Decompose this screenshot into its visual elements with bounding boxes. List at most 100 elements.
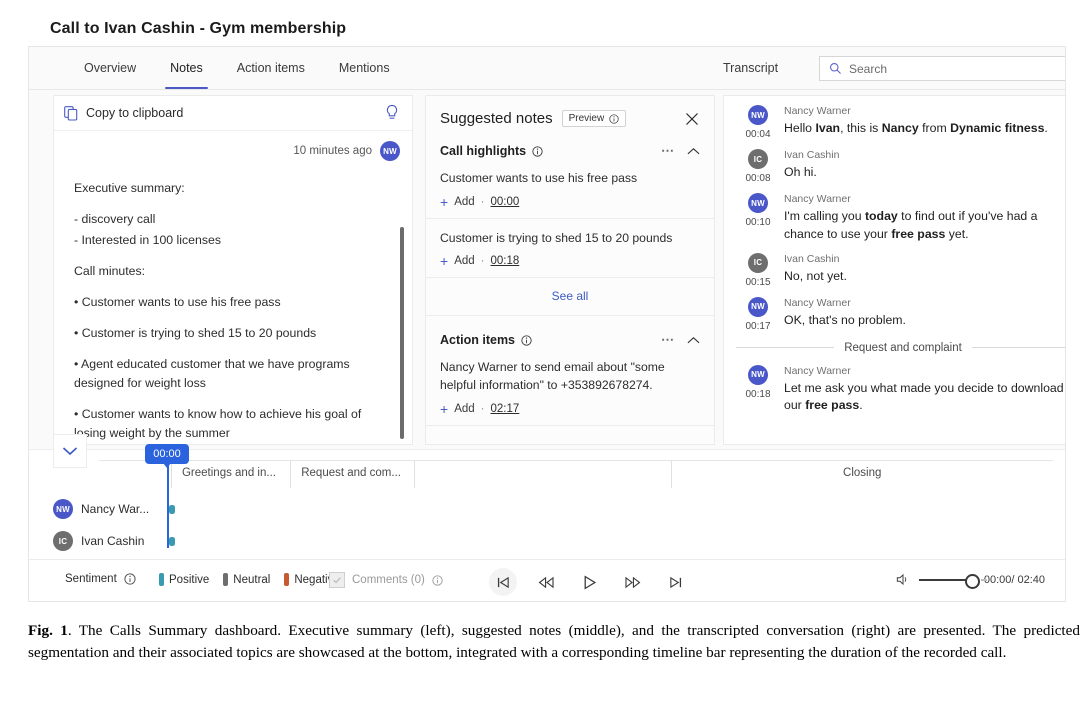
segment-label[interactable]: Request and com... bbox=[301, 467, 401, 479]
notes-paragraph: - discovery call bbox=[74, 212, 156, 227]
transcript-timestamp[interactable]: 00:15 bbox=[745, 277, 770, 288]
suggested-note-card: Nancy Warner to send email about "some h… bbox=[426, 348, 714, 426]
separator: · bbox=[480, 402, 485, 415]
transcript-entry-meta: NW 00:18 bbox=[736, 364, 780, 416]
tab-mentions[interactable]: Mentions bbox=[322, 47, 407, 89]
transcript-text: Hello Ivan, this is Nancy from Dynamic f… bbox=[784, 120, 1065, 138]
copy-to-clipboard-label: Copy to clipboard bbox=[86, 106, 184, 120]
copy-icon bbox=[64, 105, 78, 121]
transcript-entry-meta: IC 00:15 bbox=[736, 252, 780, 288]
add-note-button[interactable]: Add bbox=[454, 255, 474, 267]
time-display: 00:00/ 02:40 bbox=[983, 573, 1045, 586]
skip-to-end-button[interactable] bbox=[661, 568, 689, 596]
transcript-entry-body: Nancy Warner I'm calling you today to fin… bbox=[780, 193, 1065, 244]
info-icon[interactable] bbox=[521, 335, 532, 346]
skip-to-start-button[interactable] bbox=[489, 568, 517, 596]
figure-caption: Fig. 1. The Calls Summary dashboard. Exe… bbox=[28, 620, 1080, 663]
chevron-up-icon[interactable] bbox=[687, 336, 700, 345]
tab-overview[interactable]: Overview bbox=[67, 47, 153, 89]
volume-slider[interactable] bbox=[918, 573, 987, 589]
info-icon[interactable] bbox=[532, 145, 543, 157]
transcript-speaker-name: Nancy Warner bbox=[784, 296, 851, 309]
transcript-entry[interactable]: IC 00:15 Ivan Cashin No, not yet. bbox=[724, 244, 1065, 288]
comments-checkbox[interactable] bbox=[329, 572, 345, 588]
see-all-link[interactable]: See all bbox=[426, 278, 714, 317]
section-title: Action items bbox=[440, 333, 516, 348]
volume-slider-knob[interactable] bbox=[964, 573, 980, 589]
track-speaker: IC Ivan Cashin bbox=[53, 531, 144, 551]
suggested-note-actions: + Add · 00:00 bbox=[440, 195, 700, 209]
transcript-speaker-name: Ivan Cashin bbox=[784, 252, 840, 265]
caption-text: . The Calls Summary dashboard. Executive… bbox=[28, 622, 1080, 661]
transcript-panel: NW 00:04 Nancy Warner Hello Ivan, this is N… bbox=[723, 95, 1065, 445]
info-icon[interactable] bbox=[124, 573, 136, 585]
transcript-entry[interactable]: NW 00:10 Nancy Warner I'm calling you today… bbox=[724, 184, 1065, 244]
transcript-speaker-name: Nancy Warner bbox=[784, 105, 851, 117]
segment-label[interactable]: Closing bbox=[843, 467, 881, 479]
suggested-section-header: Call highlights ⋯ bbox=[426, 127, 714, 159]
chevron-up-icon[interactable] bbox=[687, 147, 700, 156]
add-note-button[interactable]: Add bbox=[454, 196, 474, 208]
transcript-fragment: . bbox=[859, 398, 863, 413]
more-options-icon[interactable]: ⋯ bbox=[661, 332, 675, 348]
fast-forward-button[interactable] bbox=[618, 568, 646, 596]
transcript-entry[interactable]: NW 00:17 Nancy Warner OK, that's no problem… bbox=[724, 288, 1065, 332]
suggested-section: Action items ⋯ Nancy Warner to send email … bbox=[426, 316, 714, 426]
search-input[interactable]: Search bbox=[819, 56, 1065, 81]
skip-to-end-icon bbox=[669, 576, 681, 588]
transcript-fragment: Hello bbox=[784, 121, 816, 135]
figure-body: Call to Ivan Cashin - Gym membership Ove… bbox=[14, 8, 1080, 661]
transcript-entry-meta: NW 00:04 bbox=[736, 105, 780, 140]
transcript-entry[interactable]: NW 00:04 Nancy Warner Hello Ivan, this is N… bbox=[724, 96, 1065, 140]
transcript-entry[interactable]: IC 00:08 Ivan Cashin Oh hi. bbox=[724, 140, 1065, 184]
plus-icon[interactable]: + bbox=[440, 402, 448, 416]
comments-toggle[interactable]: Comments (0) bbox=[329, 572, 443, 588]
segment-label[interactable]: Greetings and in... bbox=[182, 467, 276, 479]
rewind-button[interactable] bbox=[532, 568, 560, 596]
skip-to-start-icon bbox=[497, 576, 509, 588]
volume-icon[interactable] bbox=[896, 573, 910, 586]
close-icon[interactable] bbox=[684, 111, 700, 127]
note-timestamp-link[interactable]: 00:00 bbox=[491, 196, 520, 208]
transcript-timestamp[interactable]: 00:10 bbox=[745, 217, 770, 228]
transcript-fragment: yet. bbox=[945, 226, 969, 241]
insights-lightbulb-icon[interactable] bbox=[384, 104, 400, 122]
transcript-entry[interactable]: NW 00:18 Nancy Warner Let me ask you what m… bbox=[724, 356, 1065, 416]
transcript-entry-meta: IC 00:08 bbox=[736, 149, 780, 184]
avatar: NW bbox=[748, 193, 768, 213]
track-speaker: NW Nancy War... bbox=[53, 499, 149, 519]
transcript-timestamp[interactable]: 00:18 bbox=[745, 389, 770, 400]
play-button[interactable] bbox=[575, 568, 603, 596]
collapse-timeline-button[interactable] bbox=[53, 434, 87, 468]
info-icon[interactable] bbox=[432, 574, 443, 586]
more-options-icon[interactable]: ⋯ bbox=[661, 143, 675, 159]
info-icon[interactable] bbox=[609, 113, 619, 124]
transcript-keyword: Nancy bbox=[881, 121, 919, 135]
note-timestamp-link[interactable]: 00:18 bbox=[491, 255, 520, 267]
transcript-timestamp[interactable]: 00:08 bbox=[745, 173, 770, 184]
avatar: NW bbox=[380, 141, 400, 161]
transcript-entry-body: Ivan Cashin No, not yet. bbox=[780, 252, 1065, 288]
add-note-button[interactable]: Add bbox=[454, 403, 474, 415]
tab-notes[interactable]: Notes bbox=[153, 47, 220, 89]
transcript-fragment: Oh hi. bbox=[784, 165, 817, 179]
plus-icon[interactable]: + bbox=[440, 254, 448, 268]
copy-to-clipboard-button[interactable]: Copy to clipboard bbox=[64, 105, 184, 121]
tab-action-items[interactable]: Action items bbox=[220, 47, 322, 89]
avatar: NW bbox=[748, 105, 768, 125]
search-placeholder: Search bbox=[849, 61, 888, 76]
separator: · bbox=[480, 195, 485, 208]
transcript-timestamp[interactable]: 00:04 bbox=[745, 129, 770, 140]
legend-label: Neutral bbox=[233, 573, 271, 586]
chevron-down-icon bbox=[62, 447, 78, 456]
suggested-note-text: Nancy Warner to send email about "some h… bbox=[440, 360, 665, 393]
calls-summary-dashboard: Overview Notes Action items Mentions Transc… bbox=[28, 46, 1066, 602]
timeline-playhead[interactable]: 00:00 bbox=[145, 444, 189, 548]
transcript-text: No, not yet. bbox=[784, 268, 1065, 286]
notes-scrollbar[interactable] bbox=[400, 227, 404, 439]
plus-icon[interactable]: + bbox=[440, 195, 448, 209]
suggested-section-header: Action items ⋯ bbox=[426, 316, 714, 348]
search-icon bbox=[830, 63, 841, 74]
note-timestamp-link[interactable]: 02:17 bbox=[491, 403, 520, 415]
transcript-timestamp[interactable]: 00:17 bbox=[745, 321, 770, 332]
